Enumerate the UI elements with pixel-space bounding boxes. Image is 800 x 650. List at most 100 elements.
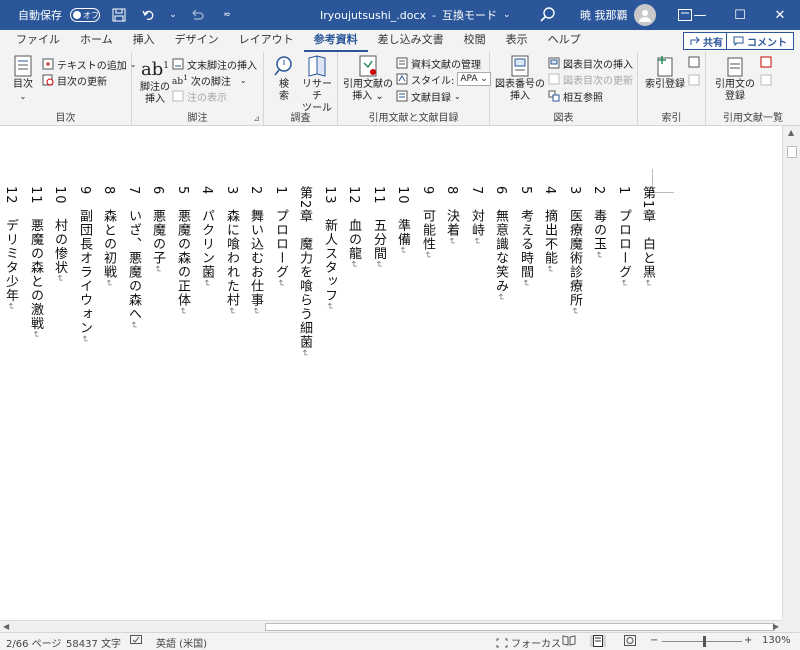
mark-citation-button[interactable]: 引用文の 登録	[712, 54, 758, 103]
zoom-in-button[interactable]: +	[744, 635, 752, 646]
mark-entry-button[interactable]: 索引登録	[642, 54, 688, 91]
toc-line-text: 4 パクリン菌	[199, 186, 214, 280]
paragraph-mark: ↵	[324, 302, 334, 312]
insert-footnote-label-2: 挿入	[145, 94, 165, 105]
scroll-left-arrow-icon[interactable]: ◀	[3, 622, 9, 631]
scroll-up-arrow-icon[interactable]: ▲	[788, 128, 794, 137]
insert-footnote-button[interactable]: ab1 脚注の 挿入	[138, 54, 172, 106]
bibliography-button[interactable]: 文献目録 ⌄	[396, 88, 461, 104]
style-select[interactable]: APA ⌄	[457, 72, 492, 86]
paragraph-mark: ↵	[226, 307, 236, 316]
group-captions: 図表番号の 挿入 図表目次の挿入 図表目次の更新 相互参照 図表	[490, 52, 638, 126]
focus-label: フォーカス	[511, 639, 561, 650]
undo-icon[interactable]	[138, 4, 160, 26]
toc-button[interactable]: 目次 ⌄	[6, 54, 40, 103]
language-indicator[interactable]: 英語 (米国)	[156, 635, 207, 650]
toc-line: 第2章 魔力を喰らう細菌↵	[295, 186, 313, 358]
proofing-icon[interactable]	[130, 635, 142, 646]
undo-dropdown-icon[interactable]: ⌄	[168, 4, 178, 26]
tab-mailings[interactable]: 差し込み文書	[368, 30, 454, 52]
paragraph-mark: ↵	[5, 302, 15, 312]
update-index-icon[interactable]	[688, 74, 700, 86]
insert-citation-button[interactable]: 引用文献の 挿入 ⌄	[342, 54, 394, 103]
tab-references[interactable]: 参考資料	[303, 30, 368, 52]
toc-line: 2 舞い込むお仕事↵	[246, 186, 264, 316]
endnote-icon	[172, 58, 184, 70]
vertical-scroll-thumb[interactable]	[787, 146, 797, 158]
update-table-label: 図表目次の更新	[563, 75, 633, 87]
comment-button[interactable]: コメント	[726, 32, 794, 50]
group-toa: 引用文の 登録 引用文献一覧	[706, 52, 800, 126]
scroll-right-arrow-icon[interactable]: ▶	[773, 622, 779, 631]
toc-line-text: 12 血の龍	[346, 186, 361, 261]
toc-line: 5 考える時間↵	[516, 186, 534, 288]
autosave-toggle[interactable]: オフ	[70, 8, 100, 22]
minimize-button[interactable]: —	[680, 0, 720, 30]
status-bar: 2/66 ページ 58437 文字 英語 (米国) フォーカス − + 130%	[0, 632, 800, 650]
researcher-icon	[308, 55, 326, 77]
tab-view[interactable]: 表示	[496, 30, 538, 52]
researcher-button[interactable]: リサーチ ツール	[298, 54, 336, 115]
next-footnote-icon: ab1	[172, 73, 188, 87]
group-label-index: 索引	[661, 113, 682, 124]
zoom-slider-thumb[interactable]	[703, 636, 706, 647]
paragraph-mark: ↵	[201, 279, 211, 288]
horizontal-scrollbar[interactable]: ◀ ▶	[0, 620, 782, 632]
tab-insert[interactable]: 挿入	[123, 30, 165, 52]
update-table-button[interactable]: 図表目次の更新	[548, 71, 633, 87]
chevron-down-icon[interactable]: ⌄	[503, 10, 511, 20]
paragraph-mark: ↵	[520, 279, 530, 288]
read-mode-icon[interactable]	[562, 635, 576, 646]
close-button[interactable]: ✕	[760, 0, 800, 30]
search-button[interactable]: 検 索	[270, 54, 298, 103]
toc-line: 5 悪魔の森の正体↵	[173, 186, 191, 316]
focus-button[interactable]: フォーカス	[496, 635, 561, 650]
word-count[interactable]: 58437 文字	[66, 635, 121, 650]
group-label-captions: 図表	[553, 113, 574, 124]
toc-line: 12 デリミタ少年↵	[1, 186, 19, 311]
search-icon[interactable]	[538, 5, 558, 25]
insert-endnote-button[interactable]: 文末脚注の挿入	[172, 56, 257, 72]
page-indicator[interactable]: 2/66 ページ	[6, 635, 61, 650]
toc-line: 4 パクリン菌↵	[197, 186, 215, 288]
print-layout-icon[interactable]	[590, 635, 606, 647]
show-notes-button[interactable]: 注の表示	[172, 88, 227, 104]
tab-review[interactable]: 校閲	[454, 30, 496, 52]
share-button[interactable]: 共有	[683, 32, 730, 50]
zoom-level[interactable]: 130%	[762, 635, 791, 646]
paragraph-mark: ↵	[275, 279, 285, 288]
user-account[interactable]: 暁 我那覇	[580, 0, 696, 30]
save-icon[interactable]	[108, 4, 130, 26]
customize-toolbar-icon[interactable]: ≂	[216, 4, 238, 26]
insert-table-of-figures-button[interactable]: 図表目次の挿入	[548, 55, 633, 71]
update-toa-icon[interactable]	[760, 74, 772, 86]
maximize-button[interactable]: ☐	[720, 0, 760, 30]
zoom-slider[interactable]	[662, 641, 742, 642]
zoom-out-button[interactable]: −	[650, 635, 658, 646]
redo-icon[interactable]	[186, 4, 208, 26]
insert-toa-icon[interactable]	[760, 56, 772, 68]
tab-layout[interactable]: レイアウト	[229, 30, 304, 52]
tab-file[interactable]: ファイル	[6, 30, 70, 52]
web-layout-icon[interactable]	[624, 635, 636, 646]
tab-help[interactable]: ヘルプ	[538, 30, 591, 52]
title-bar: 自動保存 オフ ⌄ ≂ Iryoujutsushi_.docx - 互換モード …	[0, 0, 800, 30]
add-text-button[interactable]: テキストの追加 ⌄	[42, 56, 136, 72]
user-name: 暁 我那覇	[580, 9, 628, 22]
next-footnote-button[interactable]: ab1 次の脚注 ⌄	[172, 72, 247, 88]
toc-line-text: 6 無意識な笑み	[493, 186, 508, 294]
insert-index-icon[interactable]	[688, 56, 700, 68]
horizontal-scroll-thumb[interactable]	[265, 623, 775, 631]
document-page[interactable]: 第1章 白と黒↵ 1 プロローグ↵ 2 毒の玉↵ 3 医療魔術診療所↵ 4 摘出不能↵ 5…	[0, 126, 782, 620]
chevron-down-icon: ⌄	[454, 91, 461, 101]
vertical-scrollbar[interactable]: ▲	[782, 126, 800, 620]
avatar[interactable]	[633, 4, 656, 26]
update-toc-button[interactable]: 目次の更新	[42, 72, 107, 88]
cross-reference-button[interactable]: 相互参照	[548, 88, 603, 104]
manage-sources-button[interactable]: 資料文献の管理	[396, 55, 481, 71]
tab-design[interactable]: デザイン	[165, 30, 229, 52]
insert-caption-button[interactable]: 図表番号の 挿入	[494, 54, 546, 103]
tab-home[interactable]: ホーム	[70, 30, 123, 52]
manage-sources-icon	[396, 57, 408, 69]
toc-line-text: 10 村の惨状	[52, 186, 67, 275]
